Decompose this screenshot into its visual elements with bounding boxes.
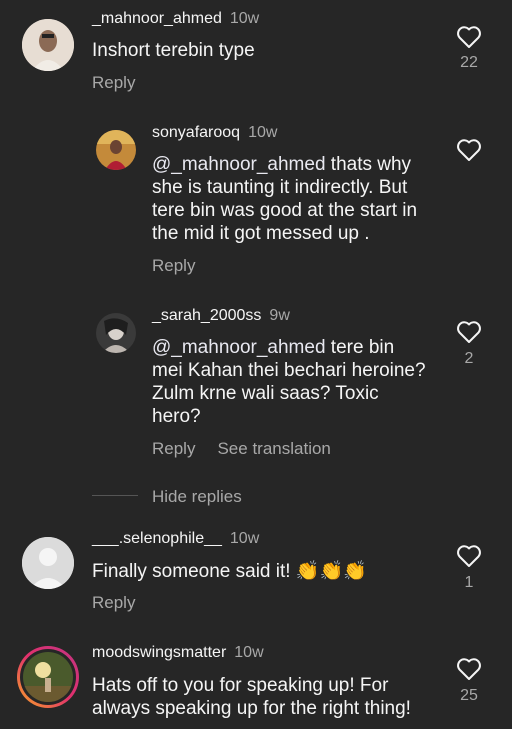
avatar — [20, 649, 76, 705]
hide-replies-button[interactable]: Hide replies — [152, 487, 242, 507]
like-heart-icon[interactable] — [456, 138, 482, 162]
avatar[interactable] — [96, 130, 136, 170]
comment-text: Hats off to you for speaking up! For alw… — [92, 675, 411, 719]
mention-link[interactable]: @_mahnoor_ahmed — [152, 154, 326, 175]
timestamp: 10w — [248, 124, 278, 141]
avatar-story-ring[interactable] — [17, 646, 79, 708]
like-count: 25 — [460, 687, 478, 704]
reply-button[interactable]: Reply — [92, 73, 135, 92]
reply-button[interactable]: Reply — [92, 593, 135, 612]
like-heart-icon[interactable] — [456, 320, 482, 344]
see-translation-button[interactable]: See translation — [217, 439, 330, 458]
like-count: 1 — [464, 574, 474, 591]
username[interactable]: moodswingsmatter 10w — [92, 644, 264, 662]
avatar[interactable] — [96, 313, 136, 353]
like-heart-icon[interactable] — [456, 25, 482, 49]
divider — [92, 495, 138, 496]
reply-button[interactable]: Reply — [152, 439, 195, 458]
timestamp: 10w — [229, 530, 260, 547]
timestamp: 10w — [234, 644, 264, 661]
like-count: 2 — [464, 350, 474, 367]
username[interactable]: sonyafarooq 10w — [152, 124, 277, 142]
comment-text: @_mahnoor_ahmed thats why she is tauntin… — [152, 154, 418, 244]
avatar[interactable] — [22, 19, 74, 71]
like-count: 22 — [460, 54, 478, 71]
username[interactable]: _mahnoor_ahmed 10w — [92, 10, 259, 28]
timestamp: 10w — [229, 10, 260, 27]
mention-link[interactable]: @_mahnoor_ahmed — [152, 337, 326, 358]
comment-text: Finally someone said it! 👏👏👏 — [92, 561, 367, 582]
reply-button[interactable]: Reply — [152, 256, 195, 275]
avatar[interactable] — [22, 537, 74, 589]
username[interactable]: ___.selenophile__ 10w — [92, 530, 259, 548]
username[interactable]: _sarah_2000ss 9w — [152, 307, 290, 325]
like-heart-icon[interactable] — [456, 544, 482, 568]
timestamp: 9w — [269, 307, 290, 324]
clap-emoji: 👏👏👏 — [295, 561, 367, 582]
comment-text: @_mahnoor_ahmed tere bin mei Kahan thei … — [152, 337, 426, 427]
like-heart-icon[interactable] — [456, 657, 482, 681]
comment-text: Inshort terebin type — [92, 40, 255, 61]
